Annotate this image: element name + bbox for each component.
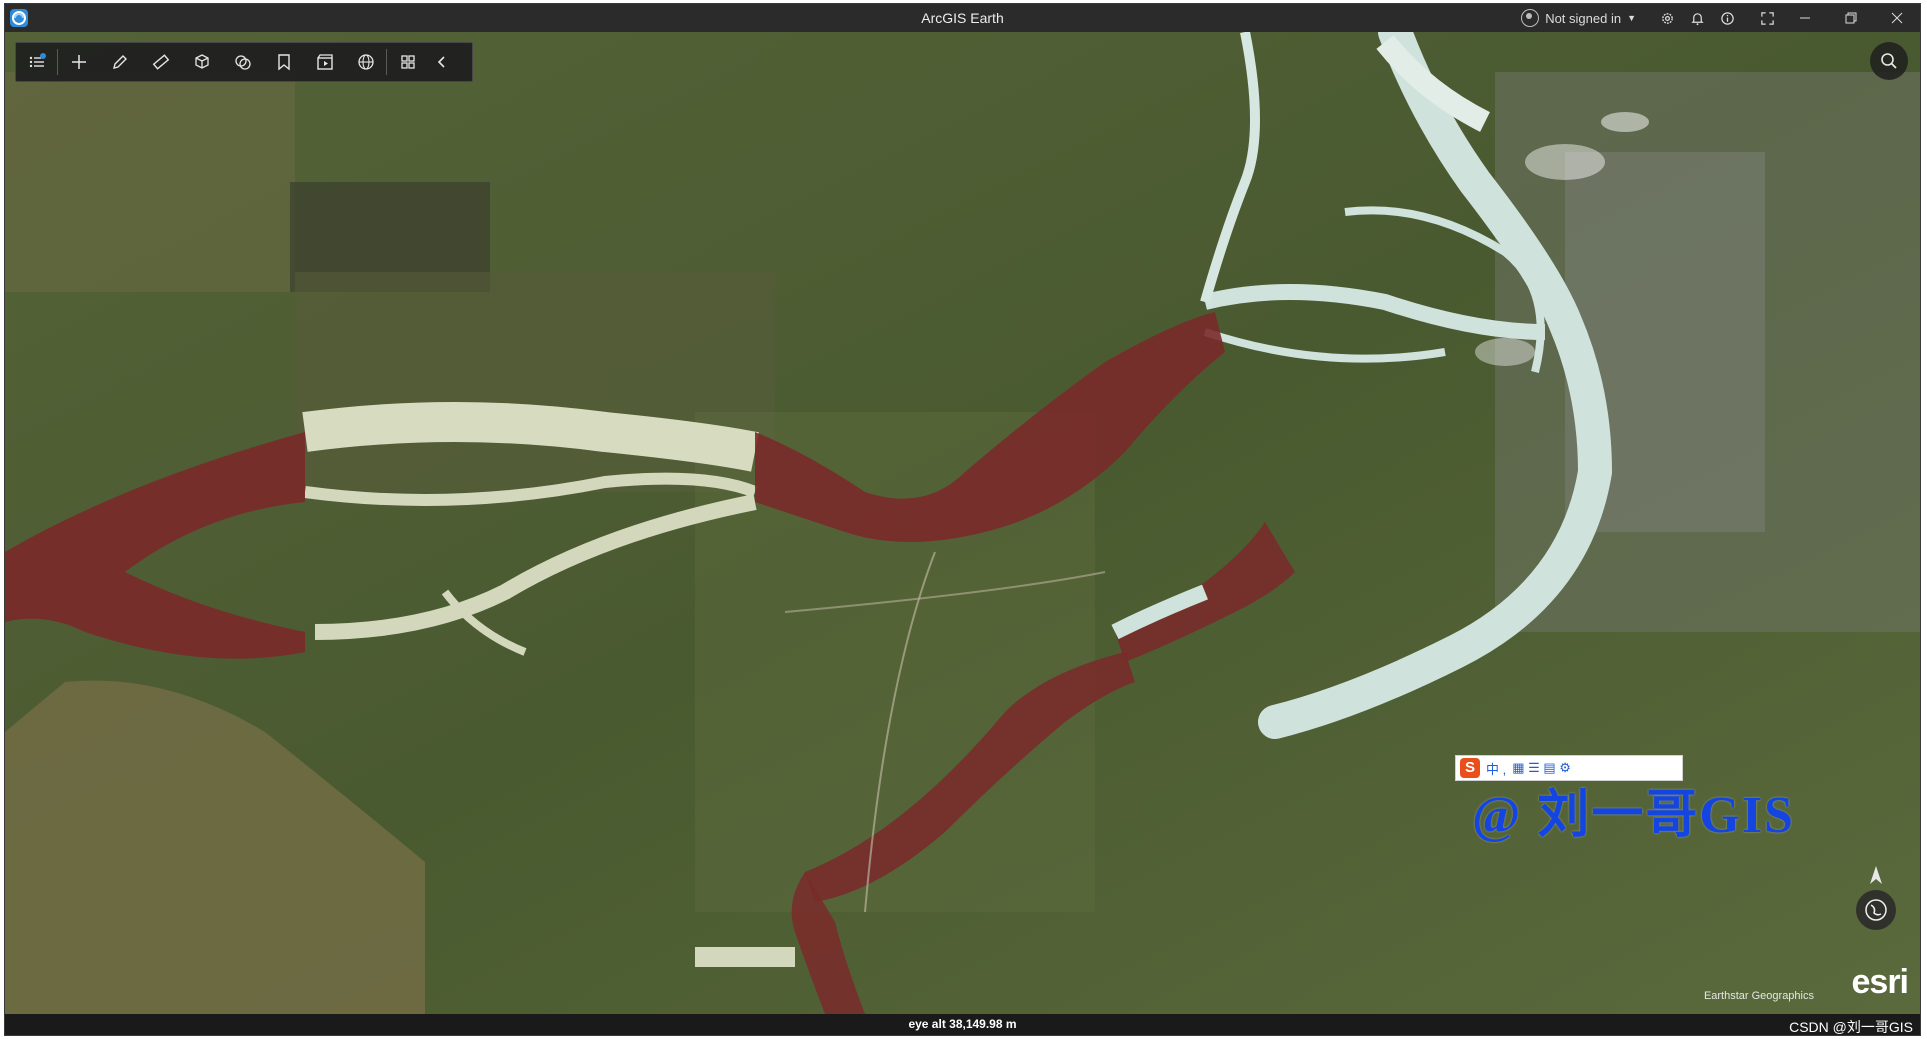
overlay-button[interactable] bbox=[222, 43, 263, 81]
plus-icon bbox=[71, 55, 86, 69]
layers-icon bbox=[29, 53, 46, 68]
satellite-imagery bbox=[5, 32, 1920, 1014]
3d-analysis-button[interactable] bbox=[181, 43, 222, 81]
navigation-compass[interactable] bbox=[1856, 890, 1896, 930]
title-bar: ArcGIS Earth Not signed in ▼ bbox=[5, 4, 1920, 32]
chevron-left-icon bbox=[437, 56, 445, 68]
minimize-button[interactable] bbox=[1782, 4, 1828, 32]
measure-button[interactable] bbox=[140, 43, 181, 81]
status-bar: eye alt 38,149.98 m bbox=[5, 1014, 1920, 1035]
basemap-button[interactable] bbox=[345, 43, 386, 81]
map-view[interactable]: Earthstar Geographics esri S 中 , ▦ ☰ ▤ ⚙… bbox=[5, 32, 1920, 1014]
add-data-button[interactable] bbox=[58, 43, 99, 81]
main-toolbar bbox=[15, 42, 473, 82]
sign-in-label: Not signed in bbox=[1545, 10, 1622, 26]
eye-altitude-readout: eye alt 38,149.98 m bbox=[908, 1017, 1017, 1031]
chevron-down-icon: ▼ bbox=[1627, 13, 1636, 23]
title-bar-controls: Not signed in ▼ bbox=[1521, 4, 1920, 32]
more-tools-button[interactable] bbox=[387, 43, 428, 81]
sign-in-menu[interactable]: Not signed in ▼ bbox=[1521, 9, 1636, 27]
pencil-icon bbox=[112, 55, 127, 69]
csdn-watermark: CSDN @刘一哥GIS bbox=[1789, 1019, 1913, 1035]
grid-icon bbox=[400, 55, 415, 69]
map-attribution: Earthstar Geographics bbox=[1703, 990, 1814, 1002]
esri-logo: esri bbox=[1851, 963, 1909, 1001]
info-icon[interactable] bbox=[1712, 4, 1742, 32]
north-arrow-icon[interactable] bbox=[1870, 866, 1882, 884]
watermark-text: @ 刘一哥GIS bbox=[1472, 787, 1795, 844]
fullscreen-icon[interactable] bbox=[1752, 4, 1782, 32]
user-avatar-icon bbox=[1521, 9, 1540, 27]
search-icon bbox=[1881, 53, 1897, 69]
notification-bell-icon[interactable] bbox=[1682, 4, 1712, 32]
search-button[interactable] bbox=[1870, 42, 1908, 80]
layers-button[interactable] bbox=[16, 43, 57, 81]
ruler-icon bbox=[152, 54, 169, 70]
bookmarks-button[interactable] bbox=[263, 43, 304, 81]
globe-icon bbox=[357, 54, 374, 70]
bookmark-icon bbox=[277, 54, 290, 71]
app-window: ArcGIS Earth Not signed in ▼ Earthstar G… bbox=[4, 3, 1921, 1036]
cube-icon bbox=[194, 54, 209, 69]
settings-gear-icon[interactable] bbox=[1652, 4, 1682, 32]
layered-circles-icon bbox=[234, 55, 251, 70]
draw-button[interactable] bbox=[99, 43, 140, 81]
globe-navigation-icon bbox=[1865, 899, 1887, 921]
tour-button[interactable] bbox=[304, 43, 345, 81]
clapperboard-icon bbox=[316, 54, 333, 70]
close-button[interactable] bbox=[1874, 4, 1920, 32]
restore-button[interactable] bbox=[1828, 4, 1874, 32]
collapse-toolbar-button[interactable] bbox=[428, 43, 456, 81]
